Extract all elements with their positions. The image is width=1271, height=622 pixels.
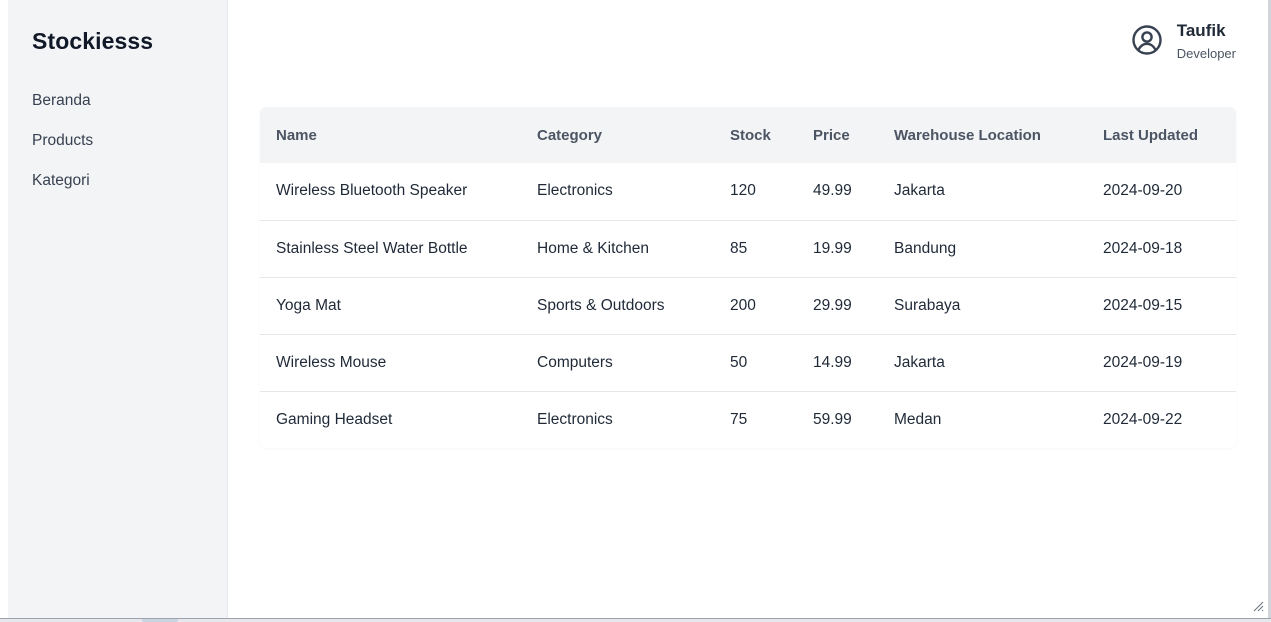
cell-last-updated: 2024-09-22 [1103, 410, 1183, 428]
cell-warehouse-location: Surabaya [894, 296, 961, 314]
cell-stock: 50 [730, 353, 748, 371]
cell-price: 14.99 [813, 353, 852, 371]
sidebar-item-products[interactable]: Products [32, 130, 93, 170]
column-header-category: Category [537, 126, 603, 144]
cell-warehouse-location: Bandung [894, 239, 957, 257]
user-role: Developer [1176, 46, 1236, 61]
sidebar-nav: Beranda Products Kategori [32, 90, 93, 210]
user-text: Taufik Developer [1177, 20, 1236, 62]
brand-title: Stockiesss [32, 28, 154, 54]
user-profile[interactable]: Taufik Developer [1131, 20, 1236, 68]
cell-price: 29.99 [813, 296, 852, 314]
table-row: Wireless Bluetooth Speaker Electronics 1… [260, 163, 1236, 220]
cell-price: 49.99 [813, 182, 852, 200]
cell-name: Wireless Bluetooth Speaker [276, 182, 468, 200]
cell-stock: 200 [730, 296, 756, 314]
cell-warehouse-location: Jakarta [894, 182, 945, 200]
app-window: Stockiesss Beranda Products Kategori Tau… [0, 0, 1271, 622]
cell-name: Stainless Steel Water Bottle [276, 239, 468, 257]
table-body: Wireless Bluetooth Speaker Electronics 1… [260, 163, 1236, 448]
products-table: Name Category Stock Price Warehouse Loca… [260, 107, 1236, 448]
user-circle-icon [1132, 25, 1162, 55]
table-row: Yoga Mat Sports & Outdoors 200 29.99 Sur… [260, 277, 1236, 334]
cell-category: Computers [537, 353, 613, 371]
cell-category: Sports & Outdoors [537, 296, 665, 314]
cell-stock: 85 [730, 239, 748, 257]
cell-price: 59.99 [813, 410, 852, 428]
cell-warehouse-location: Jakarta [894, 353, 945, 371]
sidebar-item-kategori[interactable]: Kategori [32, 170, 93, 210]
sidebar: Stockiesss Beranda Products Kategori [8, 0, 228, 618]
cell-price: 19.99 [813, 239, 852, 257]
table-header: Name Category Stock Price Warehouse Loca… [260, 107, 1236, 163]
cell-stock: 75 [730, 410, 748, 428]
cell-category: Electronics [537, 410, 613, 428]
column-header-stock: Stock [730, 126, 771, 144]
table-header-row: Name Category Stock Price Warehouse Loca… [260, 107, 1236, 163]
table-row: Stainless Steel Water Bottle Home & Kitc… [260, 220, 1236, 277]
cell-category: Electronics [537, 182, 613, 200]
window-left-edge [0, 0, 8, 622]
column-header-name: Name [276, 126, 317, 144]
main-content: Taufik Developer Name Category Stock Pri… [228, 0, 1268, 618]
sidebar-item-beranda[interactable]: Beranda [32, 90, 93, 130]
cell-last-updated: 2024-09-20 [1103, 182, 1183, 200]
cell-warehouse-location: Medan [894, 410, 942, 428]
table-row: Wireless Mouse Computers 50 14.99 Jakart… [260, 334, 1236, 391]
user-name: Taufik [1176, 21, 1226, 40]
cell-last-updated: 2024-09-15 [1103, 296, 1183, 314]
cell-last-updated: 2024-09-18 [1103, 239, 1183, 257]
column-header-warehouse-location: Warehouse Location [894, 126, 1041, 144]
cell-last-updated: 2024-09-19 [1103, 353, 1183, 371]
table-row: Gaming Headset Electronics 75 59.99 Meda… [260, 391, 1236, 448]
resize-grip-icon[interactable] [1252, 600, 1264, 612]
cell-stock: 120 [730, 182, 756, 200]
cell-name: Wireless Mouse [276, 353, 387, 371]
cell-category: Home & Kitchen [537, 239, 649, 257]
products-table-container: Name Category Stock Price Warehouse Loca… [260, 107, 1236, 448]
column-header-price: Price [813, 126, 850, 144]
cell-name: Gaming Headset [276, 410, 393, 428]
cell-name: Yoga Mat [276, 296, 341, 314]
window-bottom-edge [0, 618, 1271, 622]
column-header-last-updated: Last Updated [1103, 126, 1199, 144]
